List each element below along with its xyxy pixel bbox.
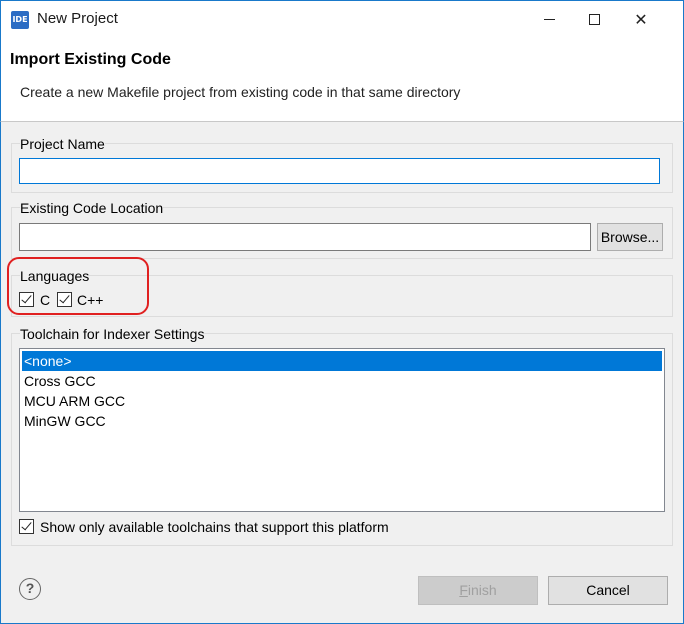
languages-group bbox=[11, 275, 673, 317]
app-icon: IDE bbox=[11, 11, 29, 29]
page-title: Import Existing Code bbox=[10, 51, 171, 68]
project-name-label: Project Name bbox=[20, 136, 105, 152]
check-icon bbox=[21, 292, 32, 304]
language-c-label: C bbox=[40, 292, 51, 308]
maximize-button[interactable] bbox=[572, 1, 618, 38]
language-c-checkbox[interactable] bbox=[19, 292, 34, 307]
toolchain-list[interactable]: <none> Cross GCC MCU ARM GCC MinGW GCC bbox=[19, 348, 665, 512]
languages-label: Languages bbox=[20, 268, 90, 284]
close-button[interactable]: ✕ bbox=[618, 1, 664, 38]
finish-button[interactable]: Finish bbox=[418, 576, 538, 605]
toolchain-label: Toolchain for Indexer Settings bbox=[20, 326, 205, 342]
list-item[interactable]: <none> bbox=[22, 351, 662, 371]
language-cpp-checkbox[interactable] bbox=[57, 292, 72, 307]
project-name-input[interactable] bbox=[19, 158, 660, 184]
title-bar: IDE New Project ✕ bbox=[0, 0, 684, 38]
close-icon: ✕ bbox=[634, 10, 648, 29]
list-item[interactable]: MCU ARM GCC bbox=[22, 391, 662, 411]
toolchain-filter-label: Show only available toolchains that supp… bbox=[40, 519, 389, 535]
list-item[interactable]: Cross GCC bbox=[22, 371, 662, 391]
finish-label: Finish bbox=[459, 582, 497, 598]
check-icon bbox=[21, 519, 32, 531]
list-item[interactable]: MinGW GCC bbox=[22, 411, 662, 431]
check-icon bbox=[59, 292, 70, 304]
wizard-header: Import Existing Code Create a new Makefi… bbox=[0, 38, 684, 122]
help-icon[interactable]: ? bbox=[19, 578, 41, 600]
minimize-icon bbox=[544, 19, 555, 20]
cancel-button[interactable]: Cancel bbox=[548, 576, 668, 605]
code-location-input[interactable] bbox=[19, 223, 591, 251]
browse-button[interactable]: Browse... bbox=[597, 223, 663, 251]
toolchain-filter-checkbox[interactable] bbox=[19, 519, 34, 534]
window-title: New Project bbox=[37, 10, 118, 27]
page-description: Create a new Makefile project from exist… bbox=[20, 84, 461, 100]
language-cpp-label: C++ bbox=[77, 292, 104, 308]
maximize-icon bbox=[589, 14, 600, 25]
code-location-label: Existing Code Location bbox=[20, 200, 164, 216]
minimize-button[interactable] bbox=[526, 1, 572, 38]
